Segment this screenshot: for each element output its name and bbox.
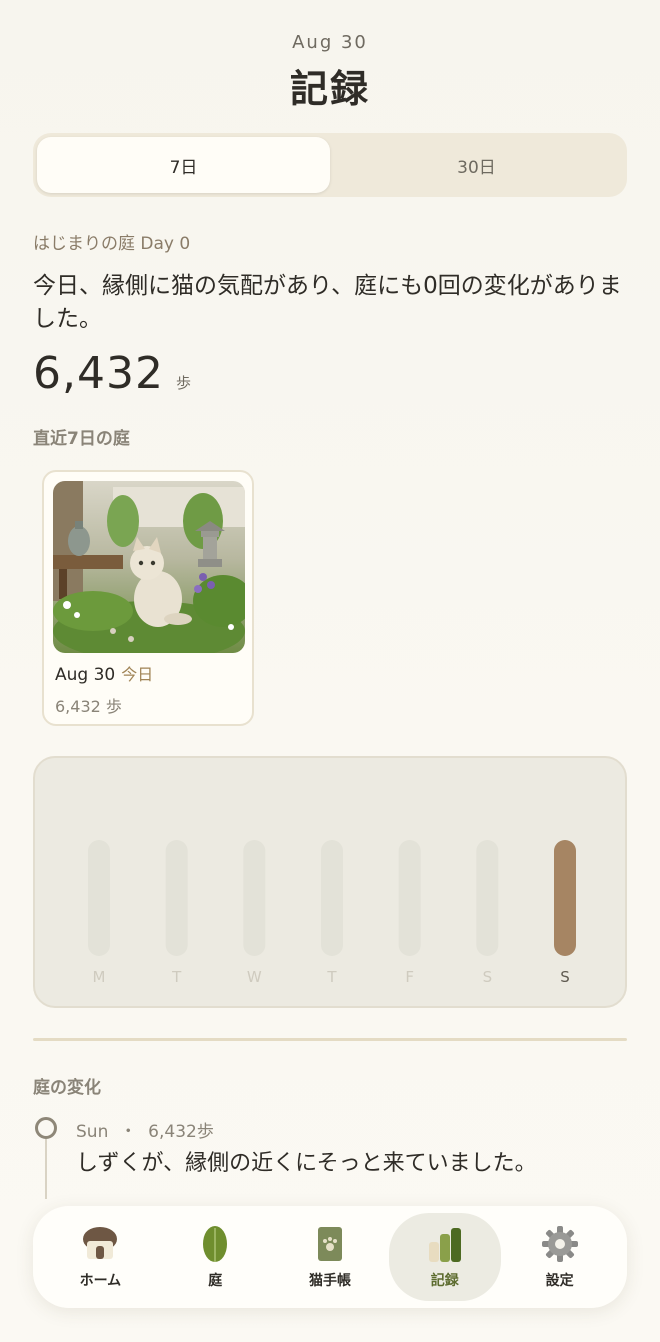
bar-track xyxy=(476,840,499,956)
change-entry-steps: 6,432歩 xyxy=(148,1122,214,1142)
change-entry-day: Sun xyxy=(76,1122,109,1142)
tab-records[interactable]: 記録 xyxy=(388,1213,501,1301)
tab-settings[interactable]: 設定 xyxy=(504,1213,616,1301)
chart-svg: MTWTFSS xyxy=(88,840,576,986)
bar-track xyxy=(321,840,343,956)
x-tick-label: S xyxy=(560,968,570,986)
timeline-dot xyxy=(35,1117,57,1139)
tab-cat-notebook-label: 猫手帳 xyxy=(308,1273,351,1289)
card-today-label: 今日 xyxy=(121,665,154,684)
change-entry-meta: Sun ・ 6,432歩 xyxy=(76,1117,214,1142)
x-tick-label: M xyxy=(93,968,106,986)
bar-track xyxy=(165,840,188,956)
tab-settings-label: 設定 xyxy=(545,1273,574,1289)
recent-section-title: 直近7日の庭 xyxy=(33,429,130,449)
house-icon xyxy=(80,1224,120,1264)
tab-home-label: ホーム xyxy=(79,1273,122,1289)
changes-section-title: 庭の変化 xyxy=(33,1078,101,1098)
weekly-steps-chart: MTWTFSS xyxy=(33,756,627,1008)
x-tick-label: F xyxy=(405,968,414,986)
bars-icon xyxy=(425,1224,465,1264)
tab-records-label: 記録 xyxy=(430,1273,459,1289)
tab-garden[interactable]: 庭 xyxy=(159,1213,271,1301)
section-divider xyxy=(33,1038,627,1041)
range-tab-7-days[interactable]: 7日 xyxy=(37,137,330,193)
steps-unit: 歩 xyxy=(175,374,191,392)
day-card[interactable]: Aug 30 今日 6,432 歩 xyxy=(42,470,254,726)
garden-cat-image xyxy=(53,481,245,653)
bar-track xyxy=(88,840,110,956)
bottom-tab-bar: ホーム 庭 猫手帳 記録 設定 xyxy=(33,1206,627,1308)
steps-value: 6,432 xyxy=(33,348,164,399)
card-steps: 6,432 歩 xyxy=(55,697,122,716)
header-date: Aug 30 xyxy=(292,32,368,53)
bar-track xyxy=(398,840,421,956)
tab-garden-label: 庭 xyxy=(208,1273,223,1289)
change-entry-text: しずくが、縁側の近くにそっと来ていました。 xyxy=(76,1151,537,1176)
change-entry-separator: ・ xyxy=(119,1122,137,1142)
tab-home[interactable]: ホーム xyxy=(44,1213,156,1301)
card-date: Aug 30 xyxy=(55,665,116,685)
range-segmented-control: 7日 30日 xyxy=(33,133,627,197)
gear-icon xyxy=(540,1224,580,1264)
leaf-icon xyxy=(195,1224,235,1264)
x-tick-label: T xyxy=(326,968,337,986)
page-title: 記録 xyxy=(289,67,370,111)
x-tick-label: W xyxy=(247,968,262,986)
bar-track xyxy=(243,840,266,956)
x-tick-label: T xyxy=(171,968,182,986)
range-tab-30-days[interactable]: 30日 xyxy=(330,137,623,193)
garden-day-label: はじまりの庭 Day 0 xyxy=(33,234,191,254)
tab-cat-notebook[interactable]: 猫手帳 xyxy=(274,1213,386,1301)
timeline-line xyxy=(45,1139,47,1199)
daily-message: 今日、縁側に猫の気配があり、庭にも0回の変化がありました。 xyxy=(33,273,622,332)
bar xyxy=(554,840,576,956)
cat-notebook-icon xyxy=(310,1224,350,1264)
card-date-row: Aug 30 今日 xyxy=(55,661,153,685)
steps-total: 6,432 歩 xyxy=(33,348,191,399)
x-tick-label: S xyxy=(483,968,493,986)
